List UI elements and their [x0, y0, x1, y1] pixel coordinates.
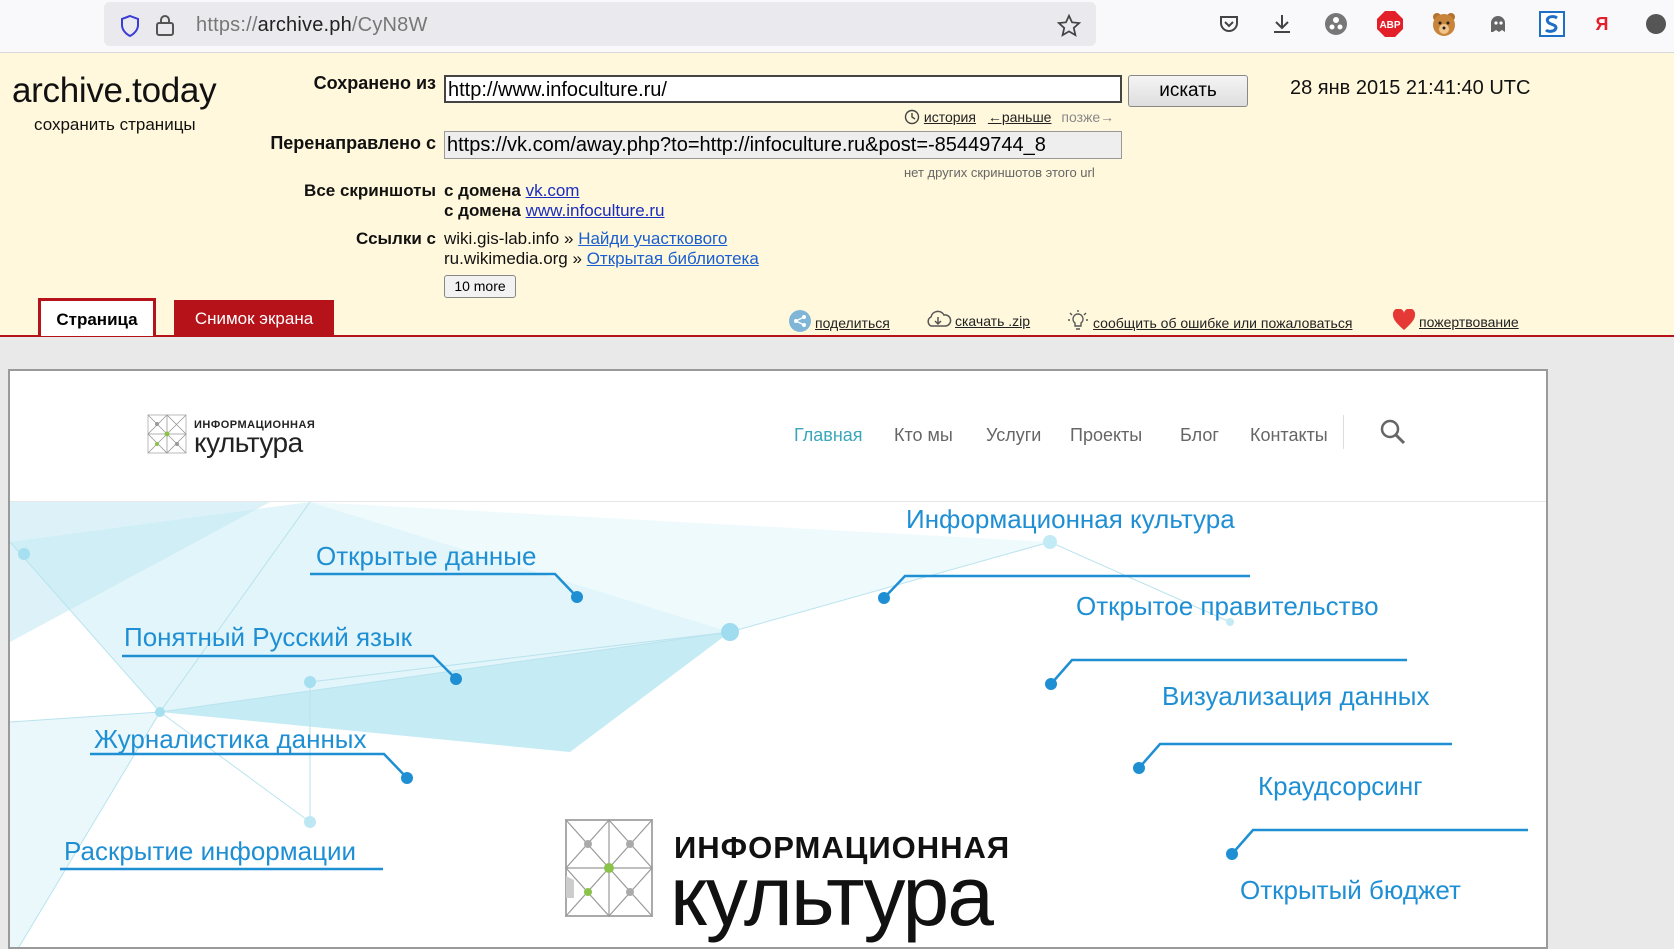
report-action[interactable]: сообщить об ошибке или пожаловаться	[1066, 309, 1352, 336]
share-icon	[788, 309, 812, 336]
no-other-screenshots-note: нет других скриншотов этого url	[904, 165, 1095, 180]
domain-row-1: с домена vk.com	[444, 181, 580, 200]
earlier-link[interactable]: ←раньше	[988, 109, 1052, 125]
history-link[interactable]: история	[924, 109, 976, 125]
clock-icon	[904, 109, 920, 128]
capture-datetime: 28 янв 2015 21:41:40 UTC	[1290, 77, 1531, 99]
lightbulb-icon	[1066, 309, 1090, 336]
cloud-download-icon	[924, 309, 952, 332]
download-zip-action[interactable]: скачать .zip	[924, 309, 1030, 332]
lock-icon[interactable]	[154, 13, 176, 42]
nav-contacts[interactable]: Контакты	[1250, 425, 1328, 446]
nav-services[interactable]: Услуги	[986, 425, 1041, 446]
download-icon[interactable]	[1268, 10, 1296, 38]
extension-partial-icon[interactable]	[1640, 10, 1668, 38]
hero-section: Открытые данные Понятный Русский язык Жу…	[10, 502, 1546, 947]
site-header: ИНФОРМАЦИОННАЯ культура Главная Кто мы У…	[10, 371, 1546, 502]
ghost-icon[interactable]	[1484, 10, 1512, 38]
archive-brand[interactable]: archive.today	[12, 71, 217, 111]
domain-link-vk[interactable]: vk.com	[526, 181, 580, 200]
star-icon[interactable]	[1056, 13, 1082, 44]
pocket-icon[interactable]	[1215, 10, 1243, 38]
topic-info-culture[interactable]: Информационная культура	[906, 504, 1235, 535]
search-button[interactable]: искать	[1128, 75, 1248, 107]
bear-icon[interactable]	[1430, 10, 1458, 38]
topic-disclosure[interactable]: Раскрытие информации	[64, 836, 356, 867]
topic-plain-russian[interactable]: Понятный Русский язык	[124, 622, 412, 653]
heart-icon	[1392, 308, 1416, 334]
archive-brand-subtitle: сохранить страницы	[34, 115, 196, 134]
domain-link-infoculture[interactable]: www.infoculture.ru	[526, 201, 665, 220]
topic-data-visualization[interactable]: Визуализация данных	[1162, 681, 1430, 712]
s-icon[interactable]	[1538, 10, 1566, 38]
nav-projects[interactable]: Проекты	[1070, 425, 1142, 446]
browser-toolbar: https://archive.ph/CyN8W ABP Я	[0, 0, 1674, 53]
redirected-label: Перенаправлено с	[270, 133, 436, 153]
hero-network-icon	[565, 819, 653, 917]
topic-open-data[interactable]: Открытые данные	[316, 541, 536, 572]
link-open-library[interactable]: Открытая библиотека	[587, 249, 759, 268]
nav-divider	[1343, 415, 1344, 449]
link-row-1: wiki.gis-lab.info » Найди участкового	[444, 229, 728, 248]
links-from-label: Ссылки с	[356, 229, 436, 248]
nav-home[interactable]: Главная	[794, 425, 863, 446]
share-action[interactable]: поделиться	[788, 309, 890, 336]
domain-row-2: с домена www.infoculture.ru	[444, 201, 665, 220]
more-links-button[interactable]: 10 more	[444, 275, 516, 298]
search-icon[interactable]	[1380, 419, 1406, 450]
shield-icon[interactable]	[118, 14, 142, 43]
site-logo[interactable]: ИНФОРМАЦИОННАЯ культура	[146, 413, 315, 460]
network-logo-icon	[146, 413, 188, 460]
tab-screenshot[interactable]: Снимок экрана	[174, 300, 334, 336]
hero-logo-bottom: культура	[670, 849, 994, 943]
puzzle-icon[interactable]	[1322, 10, 1350, 38]
yandex-icon[interactable]: Я	[1588, 10, 1616, 38]
history-nav: история ←раньше позже→	[904, 109, 1114, 128]
donate-action[interactable]: пожертвование	[1392, 308, 1519, 334]
saved-from-input[interactable]: http://www.infoculture.ru/	[444, 75, 1122, 103]
archived-page-frame: ИНФОРМАЦИОННАЯ культура Главная Кто мы У…	[8, 369, 1548, 949]
topic-open-government[interactable]: Открытое правительство	[1076, 591, 1379, 622]
saved-from-label: Сохранено из	[313, 73, 436, 93]
address-bar[interactable]: https://archive.ph/CyN8W	[104, 2, 1096, 46]
topic-crowdsourcing[interactable]: Краудсорсинг	[1258, 771, 1423, 802]
nav-about[interactable]: Кто мы	[894, 425, 953, 446]
abp-icon[interactable]: ABP	[1376, 10, 1404, 38]
redirected-from-input[interactable]: https://vk.com/away.php?to=http://infocu…	[444, 131, 1122, 159]
tab-page[interactable]: Страница	[38, 298, 156, 336]
later-text: позже→	[1061, 109, 1115, 125]
url-text[interactable]: https://archive.ph/CyN8W	[196, 14, 428, 37]
archive-header: archive.today сохранить страницы Сохране…	[0, 53, 1674, 337]
topic-data-journalism[interactable]: Журналистика данных	[94, 724, 367, 755]
site-logo-bottom: культура	[194, 426, 303, 458]
all-screenshots-label: Все скриншоты	[304, 181, 436, 200]
nav-blog[interactable]: Блог	[1180, 425, 1219, 446]
link-row-2: ru.wikimedia.org » Открытая библиотека	[444, 249, 759, 268]
link-find-officer[interactable]: Найди участкового	[578, 229, 727, 248]
topic-open-budget[interactable]: Открытый бюджет	[1240, 875, 1461, 906]
svg-text:ABP: ABP	[1379, 20, 1400, 31]
